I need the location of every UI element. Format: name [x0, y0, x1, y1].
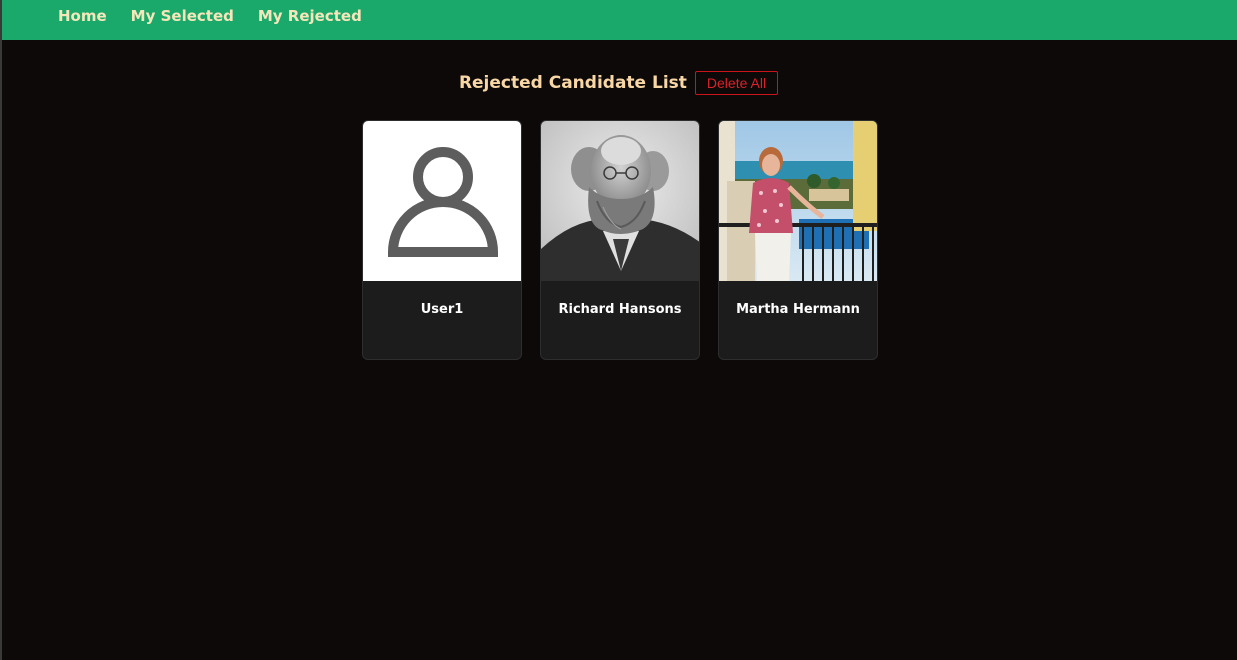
nav-my-selected-link[interactable]: My Selected — [131, 7, 234, 25]
nav-my-rejected-link[interactable]: My Rejected — [258, 7, 362, 25]
window-left-edge — [0, 0, 2, 660]
default-user-icon — [363, 121, 521, 281]
candidate-card[interactable]: Richard Hansons — [540, 120, 700, 360]
candidate-photo — [719, 121, 877, 281]
candidate-photo — [541, 121, 699, 281]
page-title: Rejected Candidate List — [458, 73, 687, 93]
top-navbar: Home My Selected My Rejected — [2, 0, 1237, 40]
nav-home-link[interactable]: Home — [58, 7, 107, 25]
nav-links: Home My Selected My Rejected — [58, 7, 386, 25]
heading-row: Rejected Candidate List Delete All — [0, 71, 1237, 95]
candidate-name: User1 — [420, 302, 464, 317]
candidate-card-list: User1 Richard Hansons Martha Hermann — [362, 120, 878, 360]
candidate-card[interactable]: Martha Hermann — [718, 120, 878, 360]
candidate-card[interactable]: User1 — [362, 120, 522, 360]
candidate-name: Martha Hermann — [736, 302, 860, 317]
delete-all-button[interactable]: Delete All — [694, 71, 779, 95]
candidate-name: Richard Hansons — [558, 302, 682, 317]
